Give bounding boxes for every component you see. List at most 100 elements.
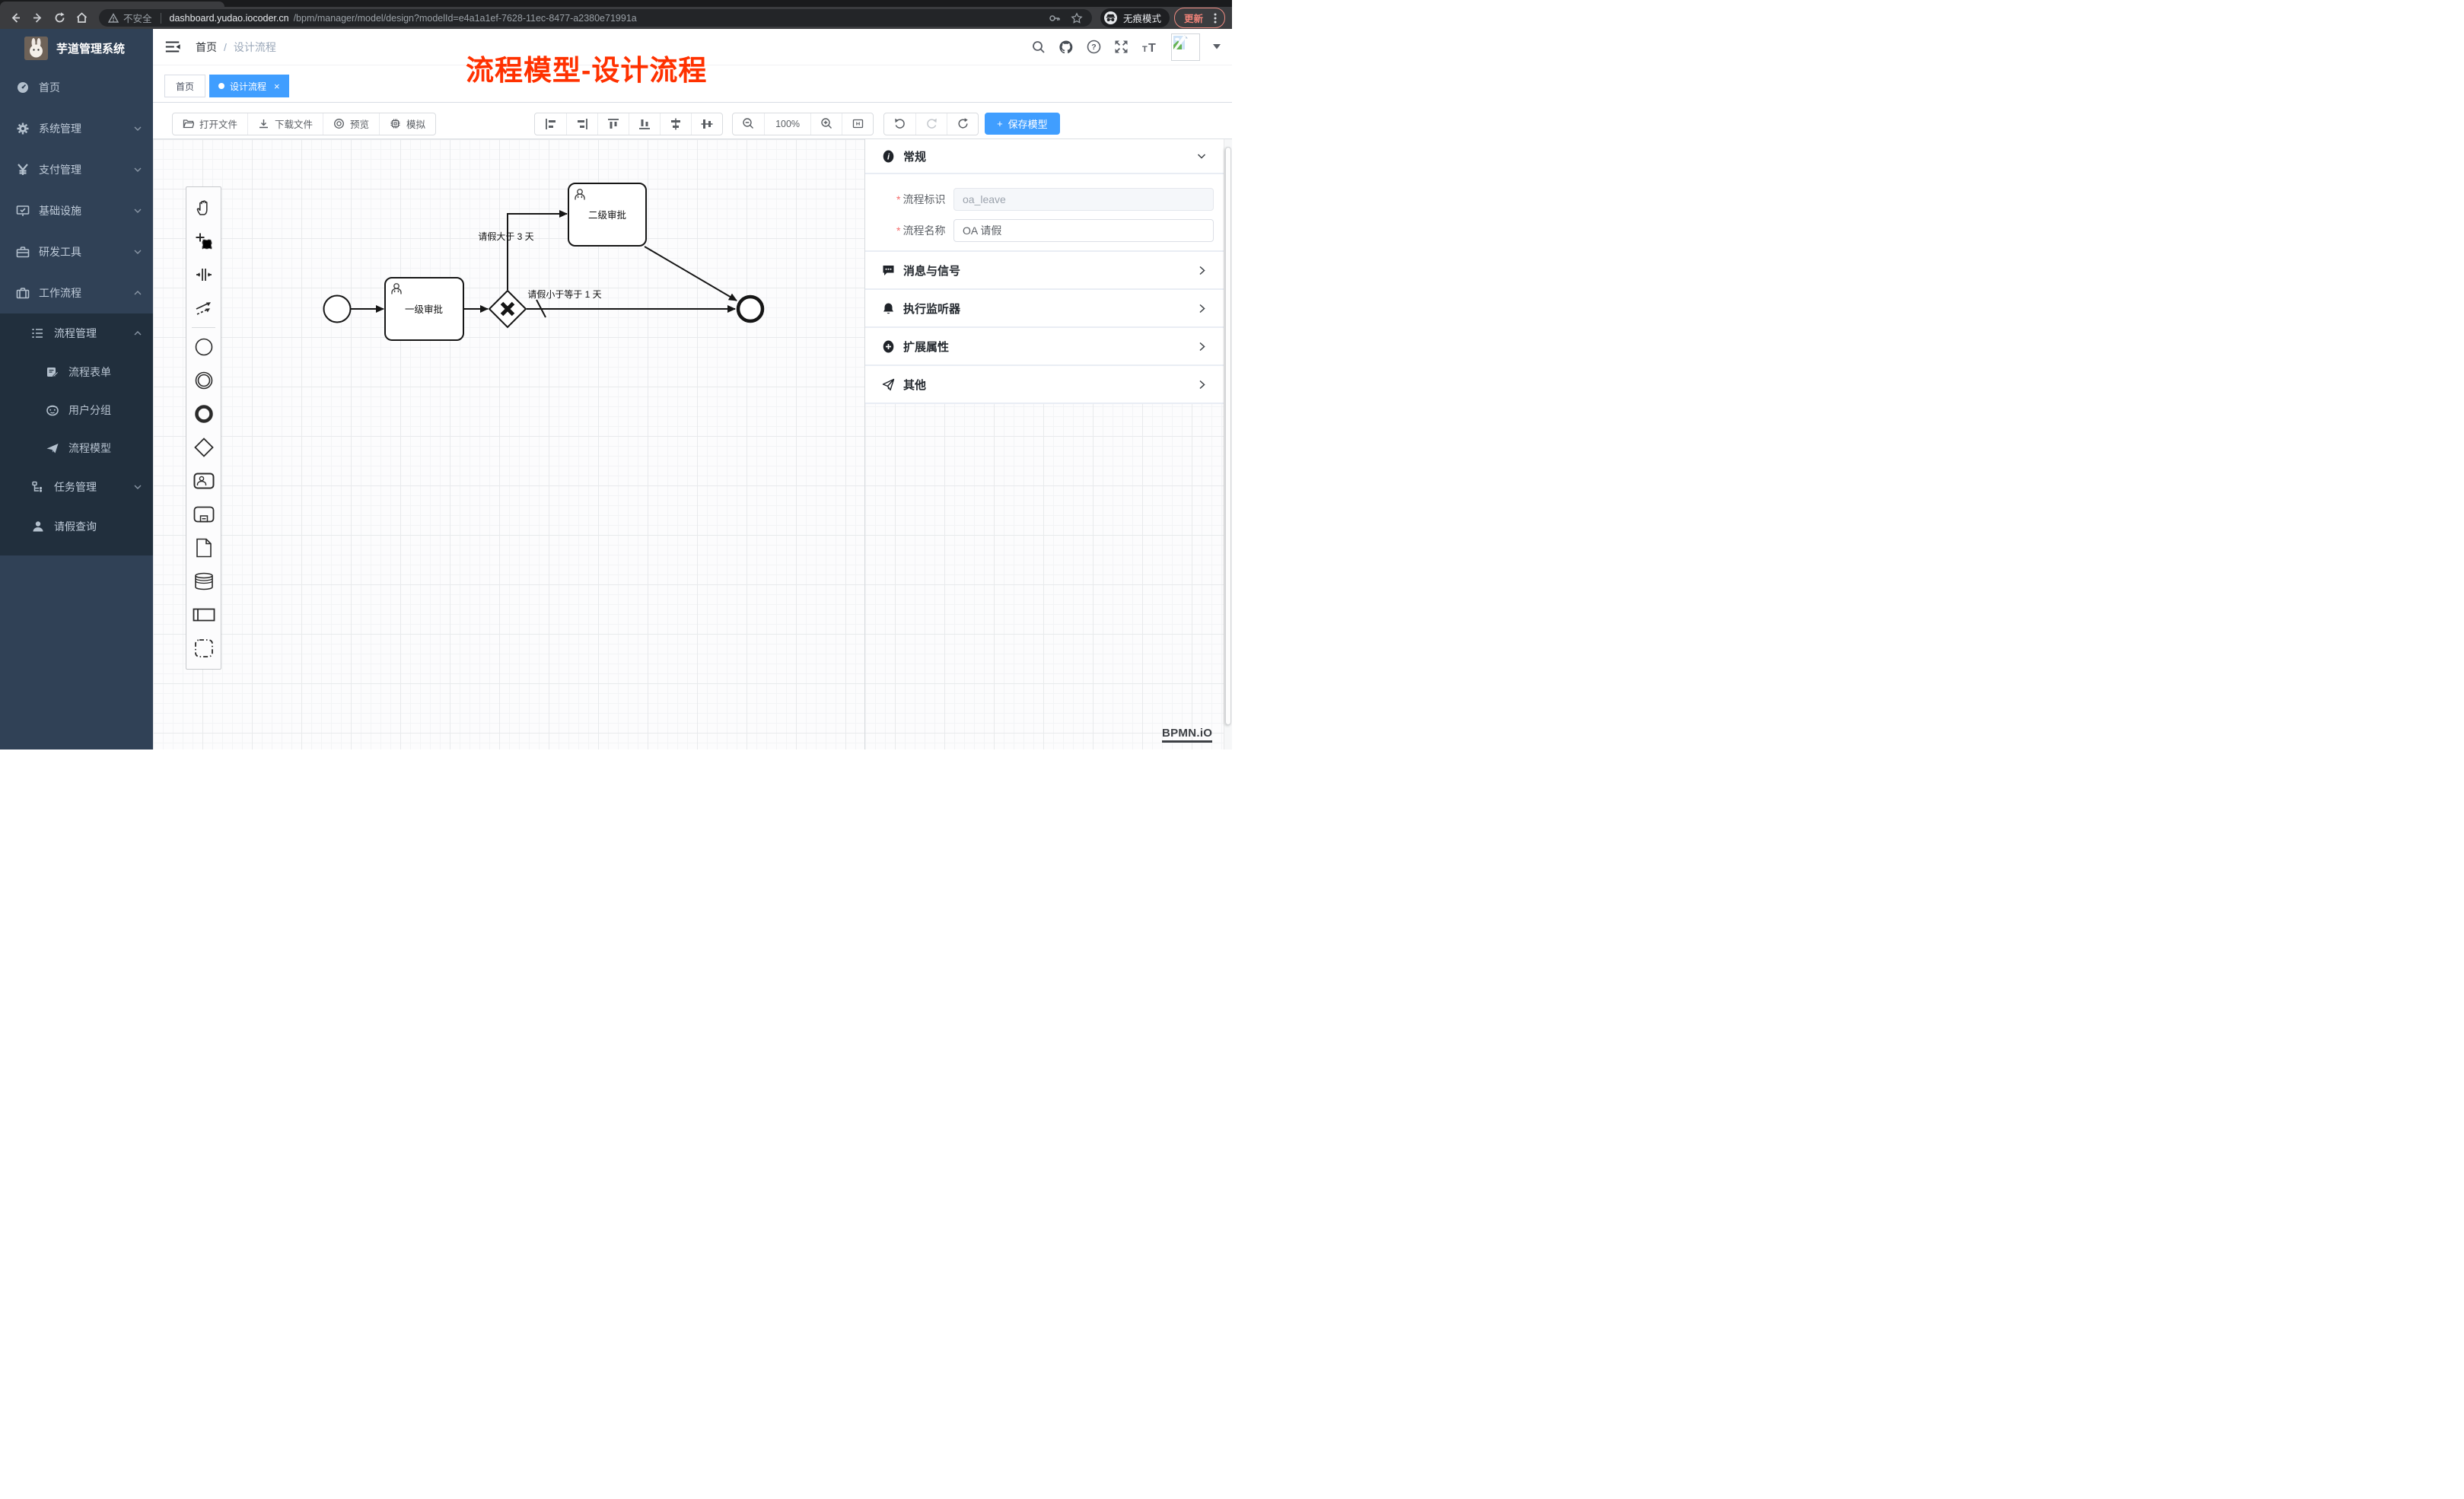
fullscreen-icon[interactable] [1114, 40, 1129, 54]
chevron-up-icon [133, 329, 142, 338]
reload-button[interactable] [51, 9, 68, 27]
process-name-input[interactable] [953, 219, 1214, 242]
chevron-down-icon [133, 124, 142, 133]
flow-label-le1[interactable]: 请假小于等于 1 天 [527, 289, 601, 300]
font-size-icon[interactable]: TT [1141, 40, 1158, 54]
bookmark-star-icon[interactable] [1071, 12, 1083, 24]
url-bar[interactable]: 不安全 dashboard.yudao.iocoder.cn/bpm/manag… [99, 9, 1092, 27]
sidebar-item-label: 基础设施 [39, 203, 81, 218]
sidebar-item-workflow[interactable]: 工作流程 [0, 272, 153, 313]
open-file-button[interactable]: 打开文件 [173, 113, 247, 135]
workflow-submenu: 流程管理 流程表单 用户分组 流程模型 任务管理 请假 [0, 313, 153, 555]
bpmn-diagram: 一级审批 二级审批 [153, 139, 864, 750]
sidebar-item-system[interactable]: 系统管理 [0, 108, 153, 149]
flow-gateway-to-task2[interactable] [508, 214, 567, 290]
tab-active-dot [218, 83, 224, 89]
browser-menu-icon[interactable] [1210, 12, 1221, 24]
browser-update-button[interactable]: 更新 [1174, 8, 1225, 28]
sidebar-item-user-group[interactable]: 用户分组 [0, 391, 153, 429]
section-message-signal[interactable]: 消息与信号 [865, 252, 1224, 290]
main-area: 首页 / 设计流程 ? TT 首页 设计流程 [153, 29, 1232, 750]
password-key-icon[interactable] [1049, 12, 1061, 24]
tab-home[interactable]: 首页 [164, 75, 205, 97]
home-button[interactable] [73, 9, 91, 27]
section-extension-attrs[interactable]: 扩展属性 [865, 328, 1224, 366]
sidebar-item-process-manage[interactable]: 流程管理 [0, 313, 153, 353]
tab-design-process[interactable]: 设计流程 × [209, 75, 289, 97]
broken-image-icon [1173, 35, 1188, 50]
file-button-group: 打开文件 下载文件 预览 模拟 [172, 113, 436, 135]
zoom-in-button[interactable] [810, 113, 842, 135]
avatar[interactable] [1171, 33, 1200, 61]
paper-plane-icon [46, 441, 59, 455]
user-task-level2[interactable]: 二级审批 [568, 183, 646, 246]
restart-button[interactable] [947, 113, 978, 135]
breadcrumb: 首页 / 设计流程 [196, 40, 276, 55]
chevron-down-icon [133, 165, 142, 174]
sidebar-item-label: 用户分组 [68, 403, 111, 418]
sidebar-item-task-manage[interactable]: 任务管理 [0, 467, 153, 507]
section-other[interactable]: 其他 [865, 366, 1224, 404]
process-key-label: 流程标识 [903, 193, 945, 205]
forward-button[interactable] [29, 9, 46, 27]
security-label: 不安全 [123, 11, 152, 25]
bpmn-io-watermark[interactable]: BPMN.iO [1162, 727, 1212, 743]
scrollbar-thumb[interactable] [1225, 147, 1231, 725]
exclusive-gateway[interactable] [489, 291, 526, 327]
tab-close-icon[interactable]: × [274, 81, 280, 92]
process-key-input[interactable] [953, 188, 1214, 211]
search-icon[interactable] [1032, 40, 1046, 54]
user-task-level1[interactable]: 一级审批 [385, 278, 463, 340]
undo-button[interactable] [884, 113, 915, 135]
svg-text:?: ? [1091, 43, 1096, 52]
sidebar-item-process-model[interactable]: 流程模型 [0, 429, 153, 467]
simulate-button[interactable]: 模拟 [379, 113, 435, 135]
align-center-vertical-button[interactable] [691, 113, 722, 135]
download-file-button[interactable]: 下载文件 [247, 113, 323, 135]
sidebar-collapse-icon[interactable] [164, 40, 181, 54]
align-right-button[interactable] [566, 113, 597, 135]
sidebar-item-home[interactable]: 首页 [0, 67, 153, 108]
caret-down-icon[interactable] [1213, 44, 1221, 49]
align-center-horizontal-button[interactable] [660, 113, 691, 135]
align-bottom-button[interactable] [629, 113, 660, 135]
chevron-right-icon [1197, 380, 1207, 390]
end-event[interactable] [738, 297, 762, 321]
sidebar-item-devtools[interactable]: 研发工具 [0, 231, 153, 272]
start-event[interactable] [324, 296, 351, 323]
incognito-label: 无痕模式 [1123, 11, 1161, 25]
section-execution-listener[interactable]: 执行监听器 [865, 290, 1224, 328]
align-top-button[interactable] [597, 113, 629, 135]
section-general[interactable]: i 常规 [865, 139, 1224, 174]
breadcrumb-current: 设计流程 [234, 40, 276, 55]
message-icon [882, 264, 895, 277]
bpmn-canvas[interactable]: 一级审批 二级审批 [153, 139, 864, 750]
sidebar-item-label: 支付管理 [39, 162, 81, 177]
align-left-button[interactable] [535, 113, 566, 135]
zoom-reset-icon [852, 117, 864, 130]
back-button[interactable] [7, 9, 24, 27]
required-mark: * [896, 193, 900, 205]
zoom-out-button[interactable] [733, 113, 764, 135]
sidebar-item-label: 研发工具 [39, 244, 81, 259]
sidebar-item-payment[interactable]: 支付管理 [0, 149, 153, 190]
help-icon[interactable]: ? [1087, 40, 1101, 54]
sidebar-item-process-form[interactable]: 流程表单 [0, 353, 153, 391]
github-icon[interactable] [1059, 40, 1074, 55]
flow-task2-to-end[interactable] [645, 247, 737, 301]
align-button-group [534, 113, 723, 135]
sidebar-item-infra[interactable]: 基础设施 [0, 190, 153, 231]
browser-tab[interactable] [0, 2, 224, 7]
briefcase-icon [16, 286, 30, 300]
app-logo-row: 芋道管理系统 [0, 29, 153, 67]
incognito-badge: 无痕模式 [1100, 8, 1170, 27]
flow-label-gt3[interactable]: 请假大于 3 天 [478, 231, 533, 242]
breadcrumb-home[interactable]: 首页 [196, 40, 217, 55]
save-model-button[interactable]: + 保存模型 [985, 113, 1060, 135]
zoom-reset-button[interactable] [842, 113, 873, 135]
preview-button[interactable]: 预览 [323, 113, 379, 135]
refresh-icon [957, 117, 969, 130]
redo-button[interactable] [915, 113, 947, 135]
sidebar-item-leave-query[interactable]: 请假查询 [0, 507, 153, 546]
form-edit-icon [46, 365, 59, 379]
